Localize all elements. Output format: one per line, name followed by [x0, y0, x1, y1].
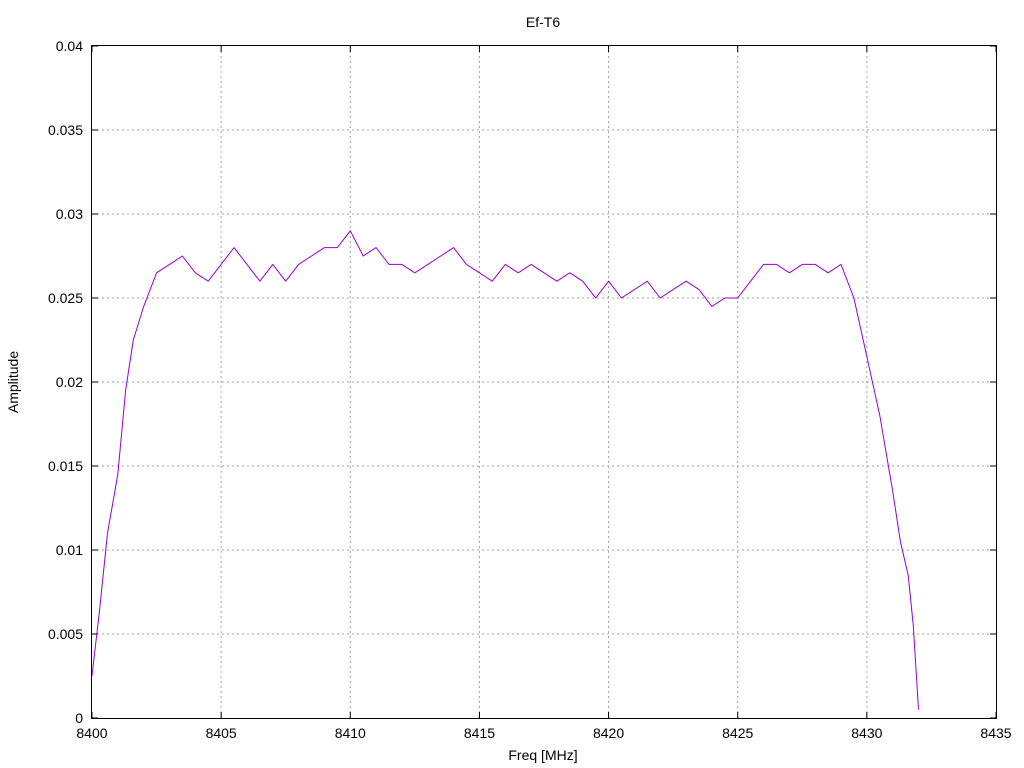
x-tick-label: 8420	[593, 725, 624, 741]
x-tick-labels: 8400 8405 8410 8415 8420 8425 8430 8435	[76, 725, 1011, 741]
x-tick-label: 8435	[980, 725, 1011, 741]
x-tick-label: 8405	[206, 725, 237, 741]
y-tick-label: 0.04	[56, 38, 83, 54]
grid	[92, 46, 996, 718]
x-tick-label: 8425	[722, 725, 753, 741]
series-line	[91, 230, 919, 710]
x-tick-label: 8400	[76, 725, 107, 741]
x-axis-label: Freq [MHz]	[508, 747, 577, 763]
y-tick-label: 0.02	[56, 374, 83, 390]
x-tick-label: 8410	[335, 725, 366, 741]
y-axis-label: Amplitude	[5, 351, 21, 413]
y-tick-label: 0.03	[56, 206, 83, 222]
y-tick-label: 0.005	[48, 626, 83, 642]
y-tick-label: 0.035	[48, 122, 83, 138]
y-tick-label: 0	[75, 710, 83, 726]
y-tick-label: 0.015	[48, 458, 83, 474]
chart-title: Ef-T6	[526, 14, 560, 30]
y-tick-labels: 0 0.005 0.01 0.015 0.02 0.025 0.03 0.035 0.04	[48, 38, 83, 726]
x-tick-label: 8430	[851, 725, 882, 741]
x-tick-label: 8415	[464, 725, 495, 741]
chart-svg: Ef-T6 8400 8405 8410 8415 8420 8425 8430 8435 0…	[5, 14, 1012, 763]
y-tick-label: 0.025	[48, 290, 83, 306]
y-tick-label: 0.01	[56, 542, 83, 558]
